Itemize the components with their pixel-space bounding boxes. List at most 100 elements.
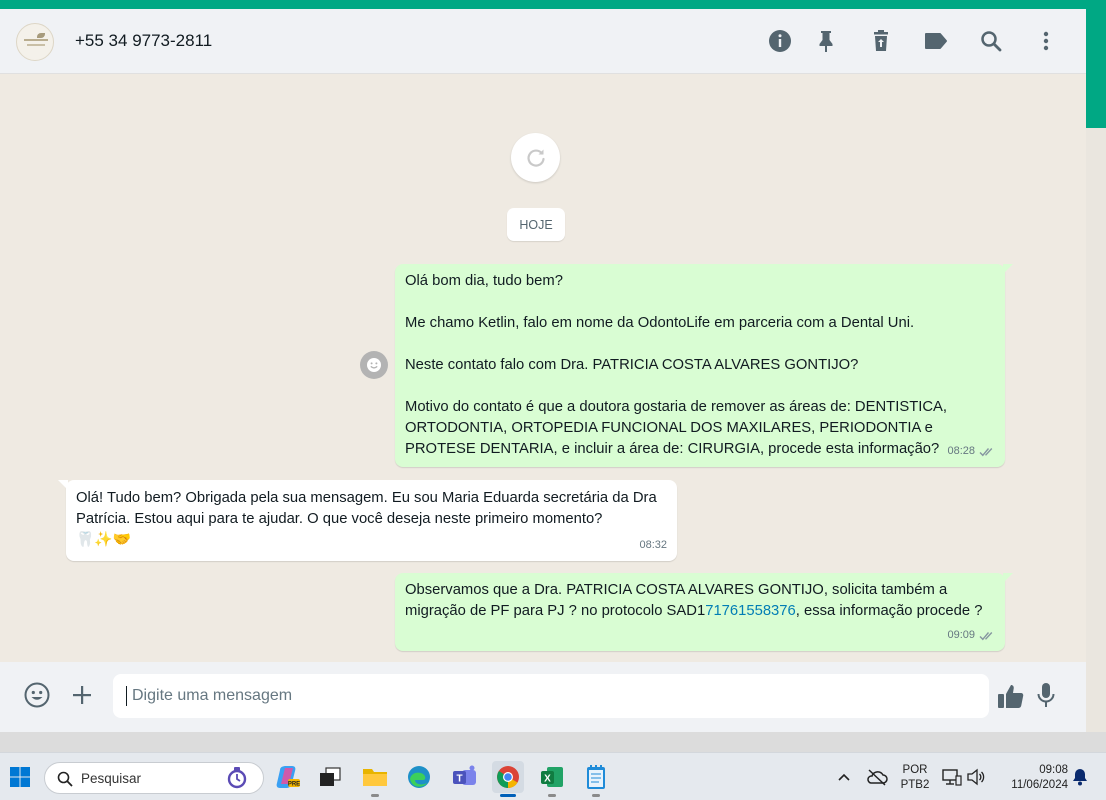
- protocol-phone-link[interactable]: 71761558376: [705, 603, 796, 619]
- search-placeholder: Pesquisar: [81, 771, 142, 786]
- taskbar-chrome[interactable]: [492, 761, 524, 797]
- search-highlight-icon: [227, 767, 247, 789]
- right-accent-strip: [1086, 9, 1106, 128]
- windows-logo-icon: [10, 767, 30, 787]
- search-icon: [57, 771, 73, 787]
- running-indicator: [548, 794, 556, 797]
- teams-icon: T: [453, 765, 476, 785]
- label-icon[interactable]: [923, 28, 949, 54]
- message-emojis: 🦷✨🤝: [76, 532, 132, 548]
- message-text-part: , essa informação procede ?: [795, 603, 983, 619]
- svg-text:T: T: [456, 774, 462, 785]
- message-meta: 08:32: [639, 535, 667, 556]
- message-time: 09:09: [947, 629, 975, 641]
- thumbs-up-icon: [998, 685, 1024, 708]
- clock-time: 09:08: [1039, 764, 1068, 776]
- right-gutter: [1086, 9, 1106, 732]
- search-icon[interactable]: [978, 28, 1004, 54]
- system-clock[interactable]: 09:08 11/06/2024: [996, 763, 1068, 793]
- input-language-indicator[interactable]: POR PTB2: [896, 763, 934, 793]
- running-indicator: [371, 794, 379, 797]
- date-separator: HOJE: [507, 208, 565, 241]
- active-indicator: [500, 794, 516, 797]
- chat-header: +55 34 9773-2811: [0, 9, 1086, 74]
- svg-text:PRE: PRE: [288, 782, 300, 788]
- app-top-accent-bar: [0, 0, 1106, 9]
- chrome-icon: [497, 766, 519, 788]
- message-bubble-outgoing[interactable]: Olá bom dia, tudo bem? Me chamo Ketlin, …: [395, 264, 1013, 467]
- monitor-network-icon: [942, 769, 962, 786]
- volume-control[interactable]: [964, 761, 988, 793]
- smiley-icon: [367, 358, 381, 372]
- language-code: POR: [902, 764, 928, 776]
- contact-name[interactable]: +55 34 9773-2811: [75, 31, 212, 51]
- keyboard-layout: PTB2: [900, 779, 930, 791]
- like-button[interactable]: [996, 681, 1026, 711]
- plus-icon: [73, 686, 91, 704]
- message-bubble-outgoing[interactable]: Observamos que a Dra. PATRICIA COSTA ALV…: [395, 573, 1013, 651]
- read-ticks-icon: [979, 631, 993, 640]
- attach-button[interactable]: [69, 682, 95, 708]
- message-input[interactable]: [132, 674, 972, 718]
- start-button[interactable]: [4, 761, 36, 793]
- voice-message-button[interactable]: [1033, 680, 1059, 710]
- message-text: Motivo do contato é que a doutora gostar…: [405, 399, 948, 457]
- chevron-up-icon: [838, 773, 850, 781]
- message-text: Neste contato falo com Dra. PATRICIA COS…: [405, 357, 859, 373]
- menu-icon[interactable]: [1033, 28, 1059, 54]
- speaker-icon: [967, 768, 985, 786]
- folder-icon: [363, 769, 387, 786]
- taskbar-file-explorer[interactable]: [359, 761, 391, 797]
- message-meta: 09:09: [947, 625, 995, 646]
- react-emoji-button[interactable]: [360, 351, 388, 379]
- taskbar-task-view[interactable]: [314, 761, 346, 793]
- copilot-icon: PRE: [276, 766, 300, 788]
- edge-icon: [408, 766, 430, 788]
- taskbar-search-box[interactable]: Pesquisar: [44, 762, 264, 794]
- message-list[interactable]: HOJE Olá bom dia, tudo bem? Me chamo Ket…: [0, 75, 1086, 669]
- microphone-icon: [1037, 683, 1055, 707]
- taskbar-edge[interactable]: [403, 761, 435, 793]
- onedrive-status[interactable]: [862, 761, 892, 793]
- contact-avatar[interactable]: [16, 23, 54, 61]
- message-time: 08:32: [639, 539, 667, 551]
- running-indicator: [592, 794, 600, 797]
- message-time: 08:28: [947, 445, 975, 457]
- task-view-icon: [320, 767, 341, 786]
- message-composer: [0, 662, 1086, 732]
- message-bubble-incoming[interactable]: Olá! Tudo bem? Obrigada pela sua mensage…: [58, 480, 677, 561]
- read-ticks-icon: [979, 447, 993, 456]
- clock-date: 11/06/2024: [1011, 779, 1068, 791]
- excel-icon: X: [541, 767, 563, 787]
- avatar-logo-line: [24, 39, 48, 41]
- text-caret: [126, 686, 127, 706]
- message-text: Olá! Tudo bem? Obrigada pela sua mensage…: [76, 490, 657, 527]
- info-icon[interactable]: [767, 28, 793, 54]
- refresh-icon: [527, 148, 545, 167]
- notification-center[interactable]: [1068, 761, 1092, 793]
- bell-icon: [1073, 769, 1087, 786]
- message-meta: 08:28: [947, 441, 995, 462]
- taskbar-excel[interactable]: X: [536, 761, 568, 797]
- network-status[interactable]: [940, 761, 964, 793]
- window-bottom-margin: [0, 732, 1106, 752]
- delete-icon[interactable]: [868, 28, 894, 54]
- message-input-box[interactable]: [113, 674, 989, 718]
- pin-icon[interactable]: [813, 28, 839, 54]
- notepad-icon: [587, 765, 605, 789]
- avatar-logo-line: [27, 44, 45, 46]
- taskbar-copilot[interactable]: PRE: [272, 761, 304, 793]
- avatar-logo-leaf: [37, 33, 45, 38]
- show-hidden-icons-button[interactable]: [830, 761, 858, 793]
- message-text: Observamos que a Dra. PATRICIA COSTA ALV…: [405, 580, 997, 622]
- emoji-icon: [24, 682, 50, 708]
- emoji-picker-button[interactable]: [23, 681, 51, 709]
- whatsapp-chat-window: +55 34 9773-2811 HOJE Olá bom dia, tudo …: [0, 9, 1086, 732]
- taskbar-teams[interactable]: T: [448, 761, 480, 793]
- taskbar-notepad[interactable]: [580, 761, 612, 797]
- load-older-messages-button[interactable]: [511, 133, 560, 182]
- bubble-tail: [58, 480, 68, 490]
